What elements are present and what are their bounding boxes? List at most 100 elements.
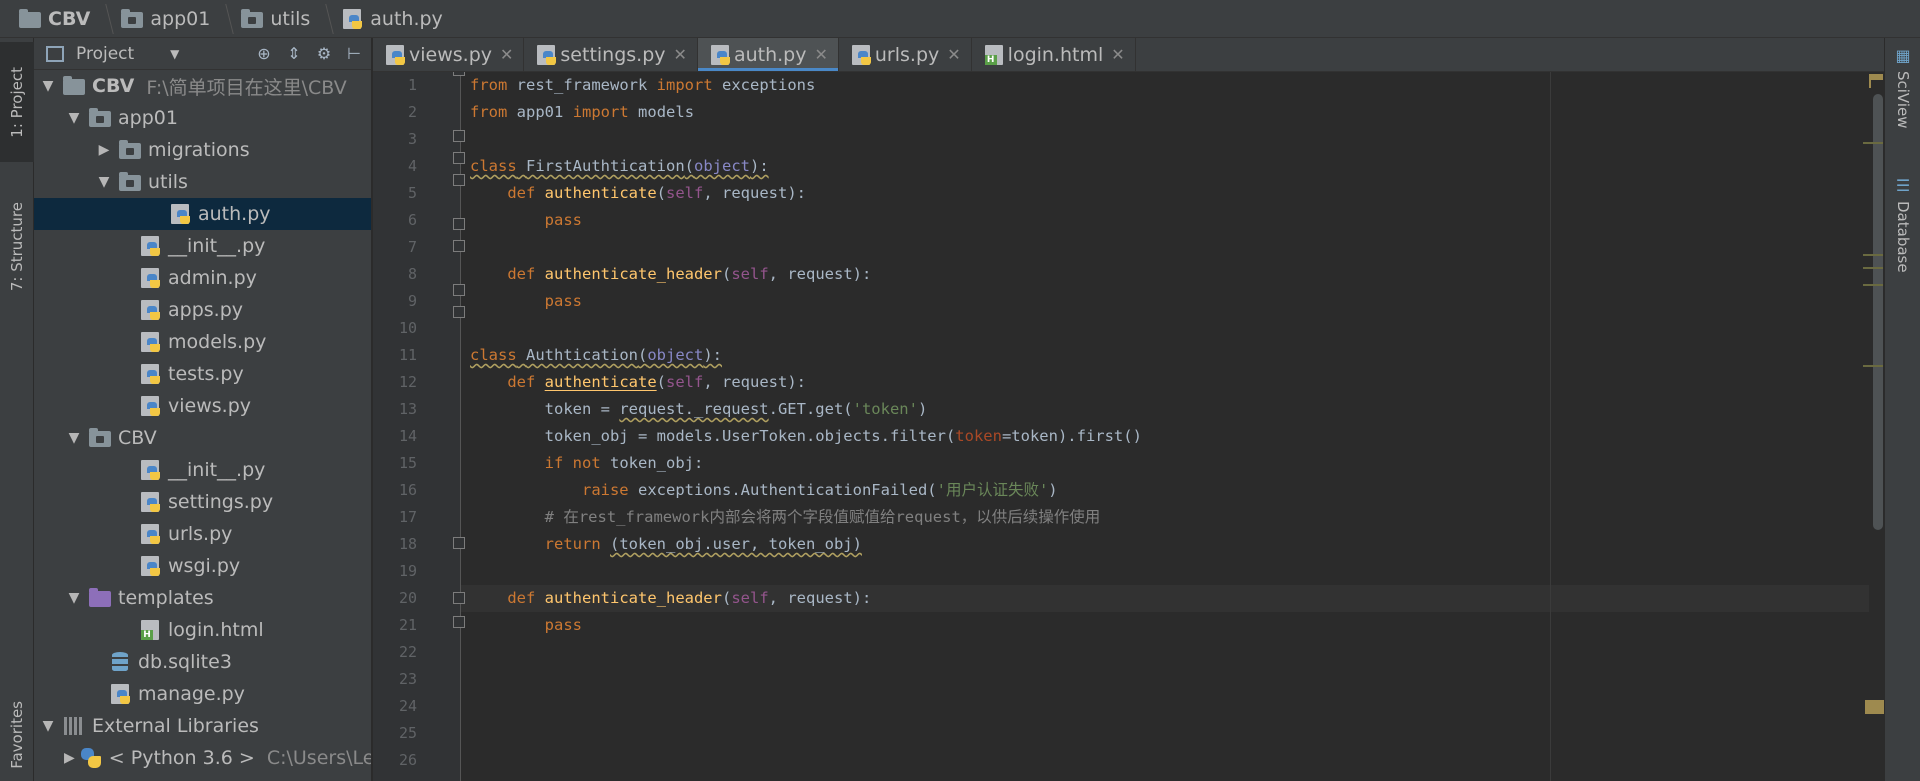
collapse-icon[interactable]: ⇕ xyxy=(285,44,303,63)
tab-project[interactable]: 1: Project xyxy=(0,42,34,162)
keyword-token: from xyxy=(470,103,508,121)
breadcrumb-item-auth[interactable]: auth.py xyxy=(336,8,443,30)
fold-marker-icon[interactable] xyxy=(453,284,465,296)
scrollbar-thumb[interactable] xyxy=(1873,94,1883,530)
tab-favorites[interactable]: Favorites xyxy=(0,688,34,781)
keyword-token: def xyxy=(507,265,536,283)
close-icon[interactable]: ✕ xyxy=(674,45,687,64)
code-line: from rest_framework import exceptions xyxy=(470,72,815,99)
breadcrumb-item-utils[interactable]: utils xyxy=(236,8,310,30)
tab-views-py[interactable]: views.py ✕ xyxy=(373,38,525,71)
tab-database[interactable]: ☰ Database xyxy=(1885,176,1920,273)
param-token: request xyxy=(787,265,853,283)
tree-item-login-html[interactable]: login.html xyxy=(34,614,371,646)
tab-label: login.html xyxy=(1007,43,1104,66)
tree-item-views-py[interactable]: views.py xyxy=(34,390,371,422)
python-file-icon xyxy=(138,235,162,257)
breadcrumb-item-app01[interactable]: app01 xyxy=(116,8,210,30)
tree-item-app01[interactable]: ▼ app01 xyxy=(34,102,371,134)
breadcrumb-item-cbv[interactable]: CBV xyxy=(14,8,90,30)
tree-item-external-libraries[interactable]: ▼ External Libraries xyxy=(34,710,371,742)
tab-settings-py[interactable]: settings.py ✕ xyxy=(524,38,698,71)
tree-item-label: auth.py xyxy=(198,203,271,225)
tab-auth-py[interactable]: auth.py ✕ xyxy=(697,38,839,71)
tree-item-wsgi-py[interactable]: wsgi.py xyxy=(34,550,371,582)
fold-marker-icon[interactable] xyxy=(453,174,465,186)
tree-item-cbv-init-py[interactable]: __init__.py xyxy=(34,454,371,486)
fold-marker-icon[interactable] xyxy=(453,306,465,318)
tab-structure[interactable]: 7: Structure xyxy=(0,184,34,310)
close-icon[interactable]: ✕ xyxy=(814,45,827,64)
tree-item-settings-py[interactable]: settings.py xyxy=(34,486,371,518)
tree-item-python-sdk[interactable]: ▶ < Python 3.6 > C:\Users\Lenovo xyxy=(34,742,371,774)
function-name-token: authenticate xyxy=(544,373,657,391)
folder-icon xyxy=(240,8,264,30)
chevron-down-icon[interactable]: ▼ xyxy=(170,47,179,61)
code-editor[interactable]: 1 2 3 4 5 6 7 8 9 10 11 12 13 14 15 16 17 18 19 20 21 22 23 24 2… xyxy=(373,72,1884,781)
expanded-arrow-icon[interactable]: ▼ xyxy=(64,110,84,126)
fold-marker-icon[interactable] xyxy=(453,152,465,164)
tree-item-db-sqlite3[interactable]: db.sqlite3 xyxy=(34,646,371,678)
keyword-arg-token: token xyxy=(955,427,1002,445)
close-icon[interactable]: ✕ xyxy=(500,45,513,64)
tree-item-admin-py[interactable]: admin.py xyxy=(34,262,371,294)
expanded-arrow-icon[interactable]: ▼ xyxy=(38,78,58,94)
error-stripe-mark[interactable] xyxy=(1863,267,1883,269)
tree-item-tests-py[interactable]: tests.py xyxy=(34,358,371,390)
tab-urls-py[interactable]: urls.py ✕ xyxy=(839,38,972,71)
tree-item-label: < Python 3.6 > xyxy=(108,747,255,769)
keyword-token: import xyxy=(656,76,713,94)
warning-stripe-mark[interactable] xyxy=(1865,700,1884,714)
builtin-token: object xyxy=(647,346,704,364)
expanded-arrow-icon[interactable]: ▼ xyxy=(38,718,58,734)
vertical-scrollbar[interactable] xyxy=(1871,80,1883,775)
error-stripe-mark[interactable] xyxy=(1863,254,1883,256)
expanded-arrow-icon[interactable]: ▼ xyxy=(94,174,114,190)
error-stripe-mark[interactable] xyxy=(1863,142,1883,144)
expanded-arrow-icon[interactable]: ▼ xyxy=(64,430,84,446)
collapsed-arrow-icon[interactable]: ▶ xyxy=(94,142,114,158)
fold-marker-icon[interactable] xyxy=(453,72,465,76)
tree-item-label: External Libraries xyxy=(92,715,259,737)
error-stripe-mark[interactable] xyxy=(1863,365,1883,367)
tree-item-apps-py[interactable]: apps.py xyxy=(34,294,371,326)
tree-item-urls-py[interactable]: urls.py xyxy=(34,518,371,550)
tree-item-cbv-root[interactable]: ▼ CBV F:\简单项目在这里\CBV xyxy=(34,70,371,102)
crosshair-icon[interactable]: ⊕ xyxy=(255,44,273,63)
fold-marker-icon[interactable] xyxy=(453,240,465,252)
tab-sciview[interactable]: ▦ SciView xyxy=(1885,46,1920,129)
python-file-icon xyxy=(108,683,132,705)
python-file-icon xyxy=(138,459,162,481)
collapsed-arrow-icon[interactable]: ▶ xyxy=(64,750,75,766)
line-number: 12 xyxy=(398,373,417,391)
fold-marker-icon[interactable] xyxy=(453,130,465,142)
tree-item-templates[interactable]: ▼ templates xyxy=(34,582,371,614)
tree-item-utils[interactable]: ▼ utils xyxy=(34,166,371,198)
left-tool-stripe: 1: Project 7: Structure Favorites xyxy=(0,38,34,781)
hide-panel-icon[interactable]: ⊢ xyxy=(345,44,363,63)
expanded-arrow-icon[interactable]: ▼ xyxy=(64,590,84,606)
line-number: 10 xyxy=(398,319,417,337)
fold-marker-icon[interactable] xyxy=(453,218,465,230)
tree-item-models-py[interactable]: models.py xyxy=(34,326,371,358)
tree-item-cbv-package[interactable]: ▼ CBV xyxy=(34,422,371,454)
tree-item-init-py[interactable]: __init__.py xyxy=(34,230,371,262)
close-icon[interactable]: ✕ xyxy=(947,45,960,64)
fold-marker-icon[interactable] xyxy=(453,616,465,628)
code-token: .GET.get( xyxy=(768,400,853,418)
close-icon[interactable]: ✕ xyxy=(1111,45,1124,64)
tree-item-manage-py[interactable]: manage.py xyxy=(34,678,371,710)
keyword-token: from xyxy=(470,76,508,94)
function-name-token: authenticate xyxy=(544,184,657,202)
error-stripe-mark[interactable] xyxy=(1863,284,1883,286)
class-name-token: Authtication xyxy=(526,346,638,364)
tree-item-auth-py[interactable]: auth.py xyxy=(34,198,371,230)
tree-item-migrations[interactable]: ▶ migrations xyxy=(34,134,371,166)
tab-login-html[interactable]: login.html ✕ xyxy=(972,38,1136,71)
fold-marker-icon[interactable] xyxy=(453,537,465,549)
fold-marker-icon[interactable] xyxy=(453,592,465,604)
keyword-token: pass xyxy=(544,211,582,229)
gear-icon[interactable]: ⚙ xyxy=(315,44,333,63)
project-panel-title[interactable]: Project xyxy=(76,44,134,64)
line-number: 3 xyxy=(407,130,417,148)
